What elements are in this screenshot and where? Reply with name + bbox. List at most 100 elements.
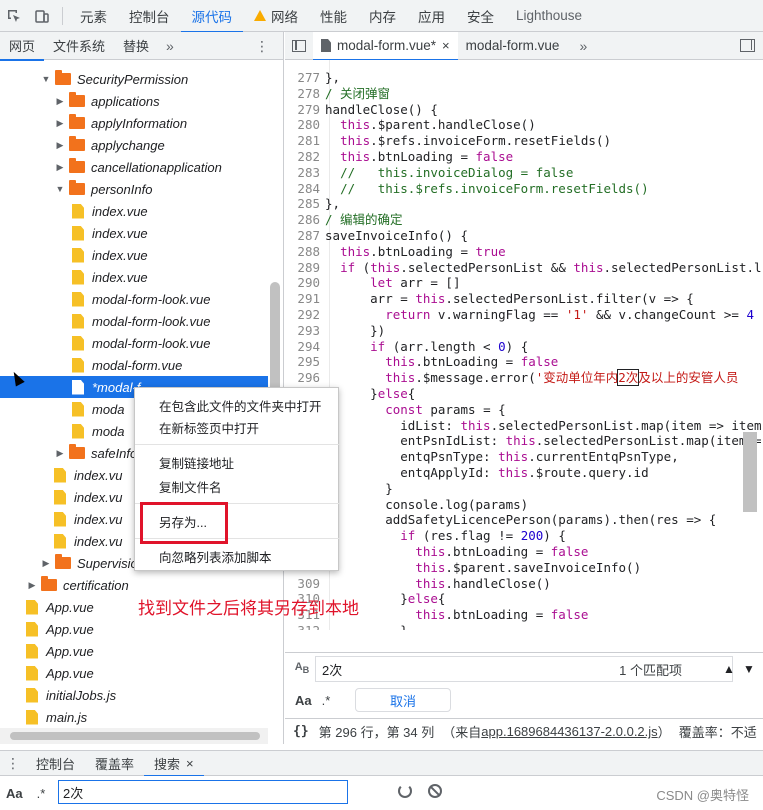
tree-file[interactable]: App.vue: [0, 662, 268, 684]
tree-folder[interactable]: ▶ certification: [0, 574, 268, 596]
chevron-right-icon[interactable]: ▶: [40, 558, 52, 569]
tree-file[interactable]: index.vue: [0, 244, 268, 266]
regex-button[interactable]: .*: [37, 786, 46, 801]
chevron-right-icon[interactable]: ▶: [54, 96, 66, 107]
code-line: 282 this.btnLoading = false: [285, 149, 763, 165]
editor-tab-modal-form-modified[interactable]: modal-form.vue* ×: [313, 31, 458, 61]
chevron-right-icon[interactable]: ▶: [54, 162, 66, 173]
menu-item-add-to-ignore-list[interactable]: 向忽略列表添加脚本: [135, 545, 340, 567]
code-text: // this.invoiceDialog = false: [340, 164, 574, 180]
tree-horizontal-scrollbar[interactable]: [0, 728, 268, 744]
code-line: 312 }: [285, 623, 763, 630]
tree-file[interactable]: index.vue: [0, 222, 268, 244]
code-text: this.btnLoading = false: [415, 607, 589, 623]
tab-overrides[interactable]: 替换: [114, 32, 158, 60]
menu-item-copy-filename[interactable]: 复制文件名: [135, 475, 340, 497]
tab-security[interactable]: 安全: [456, 0, 505, 32]
pretty-print-button[interactable]: {}: [293, 724, 309, 739]
menu-item-open-in-folder[interactable]: 在包含此文件的文件夹中打开: [135, 394, 340, 416]
chevron-right-icon[interactable]: ▶: [54, 118, 66, 129]
chevron-down-icon[interactable]: ▼: [54, 184, 66, 194]
tree-item-label: index.vu: [74, 511, 123, 527]
find-input[interactable]: 2次 1 个匹配项: [315, 656, 733, 682]
chevron-right-icon[interactable]: ▶: [54, 448, 66, 459]
tab-lighthouse[interactable]: Lighthouse: [505, 0, 593, 32]
editor-scrollbar[interactable]: [743, 432, 757, 512]
replace-toggle-icon[interactable]: AB: [285, 661, 319, 675]
regex-button[interactable]: .*: [322, 693, 331, 708]
close-icon[interactable]: ×: [442, 38, 450, 53]
scrollbar-thumb[interactable]: [10, 732, 260, 740]
tab-page[interactable]: 网页: [0, 32, 45, 61]
more-tabs-icon[interactable]: »: [567, 38, 599, 54]
code-line: 285},: [285, 196, 763, 212]
tree-folder[interactable]: ▶ applyInformation: [0, 112, 268, 134]
tree-file[interactable]: modal-form.vue: [0, 354, 268, 376]
tree-file[interactable]: modal-form-look.vue: [0, 332, 268, 354]
file-icon: [72, 401, 84, 417]
drawer-menu-icon[interactable]: ⋮: [0, 755, 26, 772]
tab-sources[interactable]: 源代码: [180, 0, 244, 33]
close-icon[interactable]: ×: [186, 756, 194, 771]
tab-elements[interactable]: 元素: [69, 0, 118, 32]
code-text: this.btnLoading = false: [415, 544, 589, 559]
tab-application[interactable]: 应用: [407, 0, 456, 32]
match-case-button[interactable]: Aa: [295, 693, 312, 708]
drawer-tab-search[interactable]: 搜索 ×: [144, 750, 204, 777]
code-line: 294 if (arr.length < 0) {: [285, 339, 763, 355]
chevron-right-icon[interactable]: ▶: [26, 580, 38, 591]
tree-item-label: moda: [92, 401, 125, 417]
drawer-tabs: ⋮ 控制台 覆盖率 搜索 ×: [0, 750, 763, 777]
more-tabs-icon[interactable]: »: [158, 38, 182, 54]
chevron-down-icon[interactable]: ▼: [40, 74, 52, 84]
editor-tab-modal-form[interactable]: modal-form.vue: [458, 32, 568, 60]
tree-folder[interactable]: ▼ personInfo: [0, 178, 268, 200]
kebab-menu-icon[interactable]: ⋮: [255, 38, 269, 54]
line-number: 288: [297, 243, 320, 259]
search-input[interactable]: 2次: [58, 780, 348, 804]
match-case-button[interactable]: Aa: [6, 786, 23, 801]
drawer-tab-coverage[interactable]: 覆盖率: [85, 750, 144, 776]
source-map-link[interactable]: app.1689684436137-2.0.0.2.js: [481, 724, 657, 739]
cancel-button[interactable]: 取消: [355, 688, 451, 712]
file-icon: [72, 379, 84, 395]
tab-performance[interactable]: 性能: [309, 0, 358, 32]
code-text: / 关闭弹窗: [325, 85, 391, 101]
tab-network[interactable]: 网络: [243, 0, 309, 32]
tree-item-label: applications: [91, 93, 160, 109]
inspect-element-icon[interactable]: [0, 0, 28, 32]
chevron-right-icon[interactable]: ▶: [54, 140, 66, 151]
tree-file[interactable]: initialJobs.js: [0, 684, 268, 706]
tab-memory[interactable]: 内存: [358, 0, 407, 32]
previous-match-button[interactable]: ▲: [719, 657, 739, 681]
tree-folder[interactable]: ▶ cancellationapplication: [0, 156, 268, 178]
tab-console[interactable]: 控制台: [118, 0, 181, 32]
code-text: },: [325, 196, 341, 212]
tree-folder[interactable]: ▶ applications: [0, 90, 268, 112]
file-icon: [54, 467, 66, 483]
tree-file[interactable]: index.vue: [0, 200, 268, 222]
tree-file[interactable]: modal-form-look.vue: [0, 310, 268, 332]
tree-file[interactable]: App.vue: [0, 618, 268, 640]
clear-icon[interactable]: [428, 784, 442, 798]
tree-file[interactable]: App.vue: [0, 640, 268, 662]
refresh-icon[interactable]: [398, 784, 412, 798]
code-text: this.btnLoading = true: [340, 243, 506, 259]
next-match-button[interactable]: ▼: [739, 657, 759, 681]
code-area[interactable]: 277}, 278/ 关闭弹窗 279 handleClose() {280 this…: [285, 60, 763, 630]
drawer-tab-console[interactable]: 控制台: [26, 750, 85, 776]
toggle-navigator-icon[interactable]: [285, 32, 313, 60]
menu-item-open-in-new-tab[interactable]: 在新标签页中打开: [135, 416, 340, 438]
tree-folder[interactable]: ▼ SecurityPermission: [0, 68, 268, 90]
tab-filesystem[interactable]: 文件系统: [44, 32, 114, 60]
menu-item-copy-link[interactable]: 复制链接地址: [135, 451, 340, 473]
code-line: 287 saveInvoiceInfo() {: [285, 228, 763, 244]
toggle-debugger-icon[interactable]: [740, 39, 755, 52]
tree-folder[interactable]: ▶ applychange: [0, 134, 268, 156]
tree-file[interactable]: main.js: [0, 706, 268, 728]
code-line: 286 / 编辑的确定: [285, 212, 763, 228]
device-toggle-icon[interactable]: [28, 0, 56, 32]
tree-item-label: certification: [63, 577, 129, 593]
tree-file[interactable]: modal-form-look.vue: [0, 288, 268, 310]
tree-file[interactable]: index.vue: [0, 266, 268, 288]
